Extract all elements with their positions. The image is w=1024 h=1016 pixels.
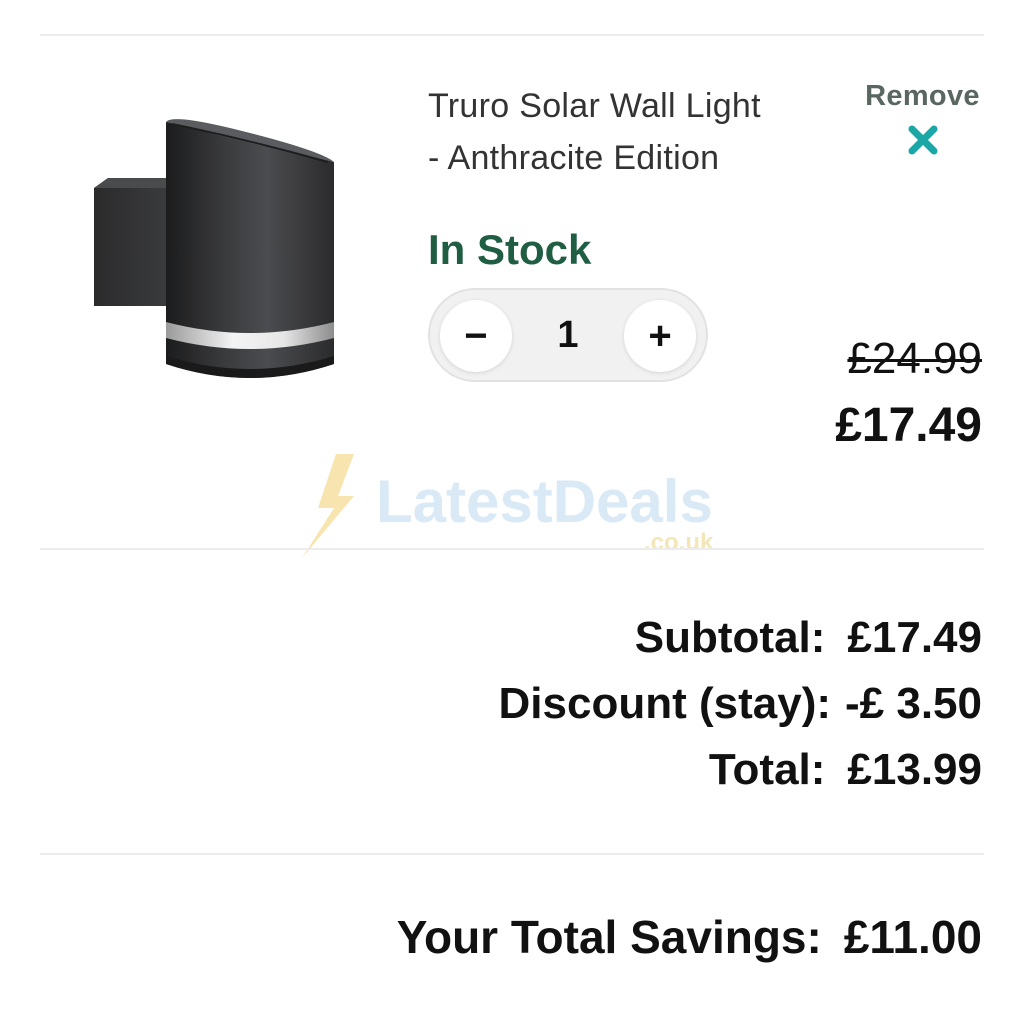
decrease-quantity-button[interactable]: − — [440, 300, 512, 372]
sale-price: £17.49 — [835, 399, 982, 452]
stock-status: In Stock — [428, 226, 592, 273]
watermark-brand: LatestDeals — [376, 468, 713, 535]
total-row: Total: £13.99 — [499, 737, 982, 803]
subtotal-label: Subtotal: — [634, 613, 826, 662]
subtotal-row: Subtotal: £17.49 — [499, 605, 982, 671]
bottom-divider — [40, 853, 984, 855]
remove-label: Remove — [865, 80, 980, 112]
original-price: £24.99 — [847, 334, 982, 383]
discount-label: Discount (stay): — [498, 679, 832, 728]
middle-divider — [40, 548, 984, 550]
product-image[interactable] — [80, 110, 360, 400]
total-savings: Your Total Savings: £11.00 — [397, 910, 982, 964]
savings-label: Your Total Savings: — [396, 911, 822, 963]
watermark-domain: .co.uk — [644, 529, 714, 556]
top-divider — [40, 34, 984, 36]
quantity-stepper[interactable]: 1 − + — [428, 288, 708, 382]
latestdeals-watermark: LatestDeals .co.uk — [302, 454, 714, 558]
discount-row: Discount (stay): -£ 3.50 — [499, 671, 982, 737]
total-label: Total: — [708, 745, 826, 794]
order-summary: Subtotal: £17.49 Discount (stay): -£ 3.50 … — [499, 605, 982, 803]
remove-button[interactable]: Remove — [850, 80, 995, 157]
total-value: £13.99 — [847, 745, 982, 794]
close-x-icon[interactable] — [906, 123, 940, 157]
subtotal-value: £17.49 — [847, 613, 982, 662]
increase-quantity-button[interactable]: + — [624, 300, 696, 372]
product-title-line1: Truro Solar Wall Light — [428, 87, 761, 125]
product-title[interactable]: Truro Solar Wall Light - Anthracite Edit… — [428, 80, 828, 184]
savings-value: £11.00 — [843, 911, 982, 963]
product-title-line2: - Anthracite Edition — [428, 139, 720, 177]
discount-value: -£ 3.50 — [845, 679, 982, 728]
